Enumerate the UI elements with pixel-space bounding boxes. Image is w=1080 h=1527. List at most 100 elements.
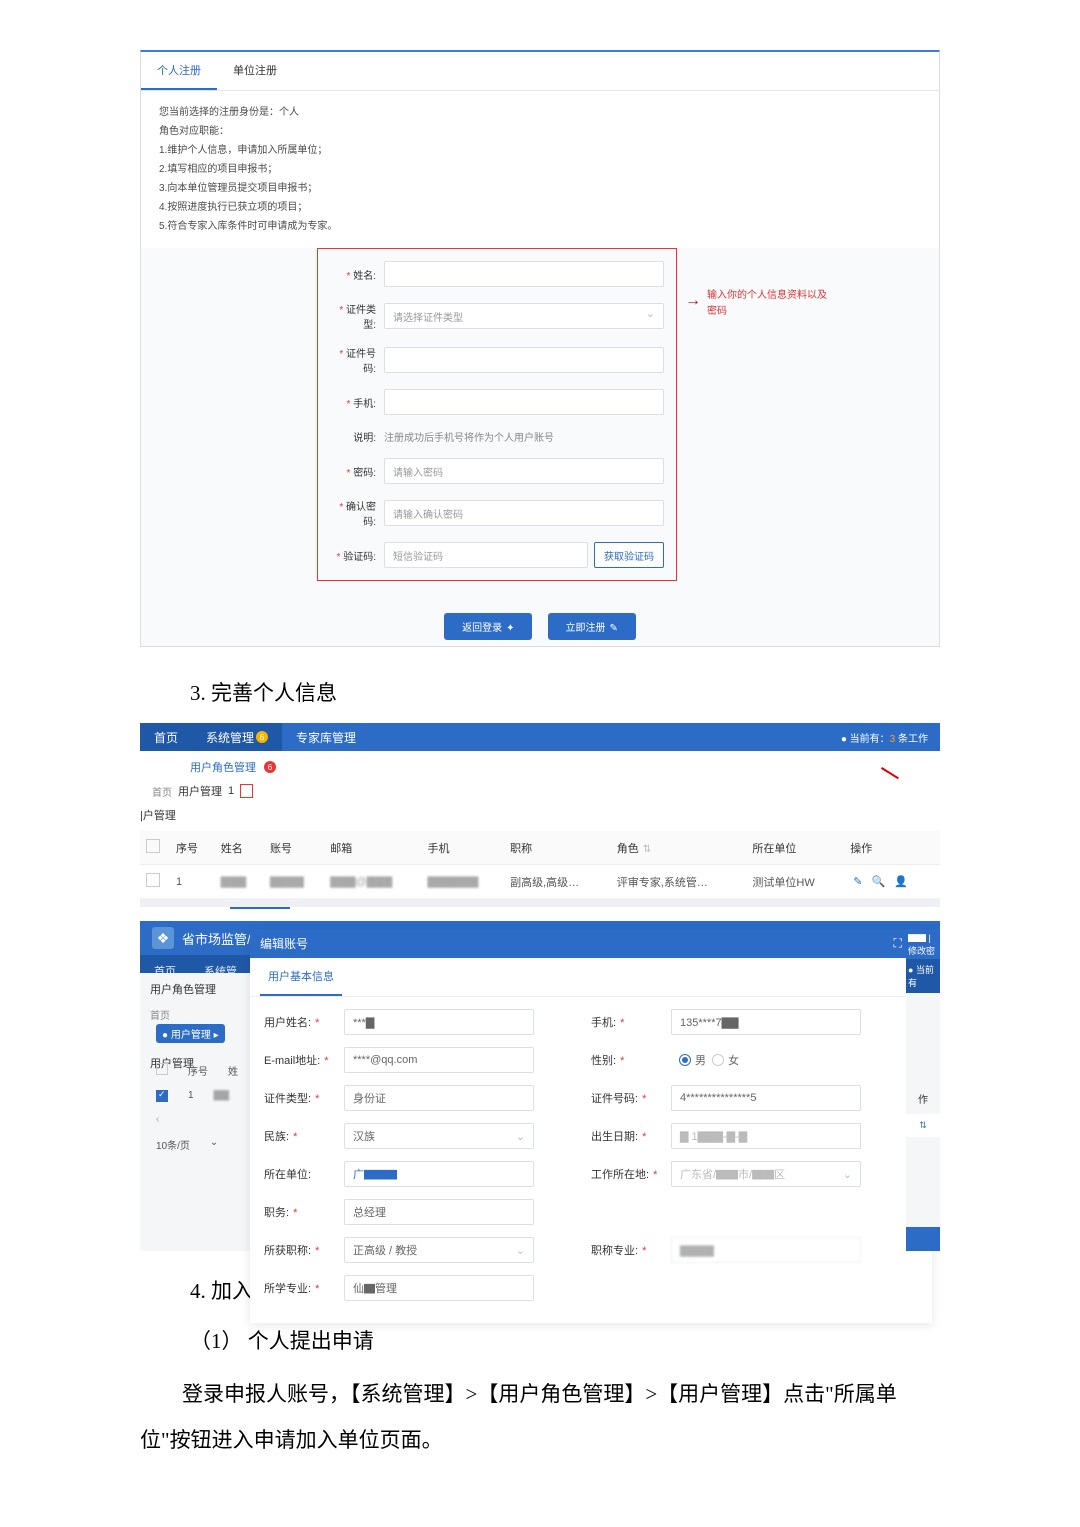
select-nation[interactable]: 汉族 [344, 1123, 534, 1149]
label-name: * 姓名: [328, 267, 384, 282]
input-password[interactable]: 请输入密码 [384, 458, 664, 484]
nav-experts[interactable]: 专家库管理 [282, 729, 370, 746]
sort-icon[interactable]: ⇅ [643, 844, 651, 855]
label-captcha: * 验证码: [328, 548, 384, 563]
top-right-status: ● 当前有：3 条工作 [841, 730, 940, 745]
arrow-right-icon: → [685, 292, 701, 310]
crumb-user-mgmt[interactable]: 用户管理 [178, 783, 222, 799]
register-buttons: 返回登录✦ 立即注册✎ [141, 599, 939, 646]
crumb-home[interactable]: 首页 [152, 784, 172, 799]
label-password: * 密码: [328, 464, 384, 479]
tab-unit-register[interactable]: 单位注册 [217, 52, 293, 90]
register-form-highlight: * 姓名: * 证件类型: 请选择证件类型 * 证件号码: * 手机: 说明: [317, 248, 677, 581]
sidebar-item-usermgr-active[interactable]: ● 用户管理 ▸ [156, 1024, 225, 1043]
input-phone[interactable]: 135****7▇▇ [671, 1009, 861, 1035]
label-birth: 出生日期:* [591, 1128, 671, 1144]
nav-system[interactable]: 系统管理6 [192, 723, 282, 751]
cell-role: 评审专家,系统管… [611, 865, 747, 899]
label-phone: 手机:* [591, 1014, 671, 1030]
col-email: 邮箱 [324, 831, 421, 865]
col-name: 姓名 [215, 831, 264, 865]
tab-personal-register[interactable]: 个人注册 [141, 52, 217, 90]
strip-sort-icon[interactable]: ⇅ [906, 1114, 940, 1137]
get-captcha-button[interactable]: 获取验证码 [594, 542, 664, 568]
label-org: 所在单位: [264, 1166, 344, 1182]
registration-screenshot: 个人注册 单位注册 您当前选择的注册身份是：个人 角色对应职能： 1.维护个人信… [140, 50, 940, 647]
view-icon[interactable]: 🔍 [871, 875, 885, 888]
user-icon[interactable]: 👤 [894, 875, 908, 888]
breadcrumb-row-1: 用户角色管理6 [140, 751, 940, 783]
radio-female[interactable] [712, 1054, 724, 1066]
input-phone[interactable] [384, 389, 664, 415]
nav-home[interactable]: 首页 [140, 723, 192, 751]
table-header-row: 序号 姓名 账号 邮箱 手机 职称 角色⇅ 所在单位 操作 [140, 831, 940, 865]
input-titlemajor[interactable]: ▇▇▇▇ [671, 1237, 861, 1263]
tab-user-basic-info[interactable]: 用户基本信息 [260, 958, 342, 996]
bg-checkbox-checked[interactable] [156, 1090, 168, 1102]
label-nation: 民族:* [264, 1128, 344, 1144]
chevron-down-icon[interactable]: ⌄ [210, 1137, 218, 1152]
cell-title: 副高级,高级… [504, 865, 611, 899]
annotation-arrow-icon [830, 767, 880, 769]
input-name[interactable] [384, 261, 664, 287]
section-heading-4-1: （1） 个人提出申请 [190, 1325, 940, 1355]
expand-icon[interactable]: ⛶ [894, 936, 902, 951]
edit-icon[interactable]: ✎ [853, 875, 862, 888]
select-title[interactable]: 正高级 / 教授 [344, 1237, 534, 1263]
radio-male[interactable] [679, 1054, 691, 1066]
info-line: 角色对应职能： [159, 122, 921, 141]
info-line: 您当前选择的注册身份是：个人 [159, 103, 921, 122]
label-idtype: 证件类型:* [264, 1090, 344, 1106]
submit-register-button[interactable]: 立即注册✎ [548, 613, 636, 640]
radio-gender[interactable]: 男 女 [671, 1047, 861, 1073]
label-hint: 说明: [328, 429, 384, 444]
user-management-screenshot: 首页 系统管理6 专家库管理 ● 当前有：3 条工作 用户角色管理6 首页 用户… [140, 723, 940, 909]
right-strip: ▇▇ |修改密 ● 当前有 作 ⇅ [906, 929, 940, 1251]
select-workloc[interactable]: 广东省/▇▇市/▇▇区 [671, 1161, 861, 1187]
strip-op-label: 作 [906, 1083, 940, 1114]
input-major[interactable]: 仙▇管理 [344, 1275, 534, 1301]
sidebar-item-role[interactable]: 用户角色管理 [140, 973, 260, 1005]
label-idno: 证件号码:* [591, 1090, 671, 1106]
input-username[interactable]: ***▇ [344, 1009, 534, 1035]
input-email[interactable]: ****@qq.com [344, 1047, 534, 1073]
input-duty[interactable]: 总经理 [344, 1199, 534, 1225]
app-logo-icon: ❖ [152, 927, 174, 949]
modal-tabs: 用户基本信息 [250, 958, 932, 997]
input-idno[interactable] [384, 347, 664, 373]
col-title: 职称 [504, 831, 611, 865]
section-heading-3: 3. 完善个人信息 [190, 677, 940, 707]
cell-name: ▇▇▇ [215, 865, 264, 899]
label-idno: * 证件号码: [328, 345, 384, 375]
label-username: 用户姓名:* [264, 1014, 344, 1030]
bg-checkbox[interactable] [156, 1063, 168, 1075]
info-line: 5.符合专家入库条件时可申请成为专家。 [159, 217, 921, 236]
select-idtype[interactable]: 请选择证件类型 [384, 303, 664, 329]
bg-crumb: 首页 ● 用户管理 ▸ [140, 1005, 260, 1047]
crumb-user-role[interactable]: 用户角色管理 [190, 759, 256, 775]
cell-email: ▇▇▇@▇▇▇ [324, 865, 421, 899]
info-line: 3.向本单位管理员提交项目申报书； [159, 179, 921, 198]
input-birth[interactable]: ▇ 1▇▇▇-▇-▇ [671, 1123, 861, 1149]
tab-indicator [230, 907, 290, 909]
input-org[interactable]: 广▇▇▇ [344, 1161, 534, 1187]
col-ops: 操作 [844, 831, 940, 865]
section-subhead: |户管理 [140, 807, 940, 831]
input-password-confirm[interactable]: 请输入确认密码 [384, 500, 664, 526]
cell-phone: ▇▇▇▇▇▇ [422, 865, 505, 899]
table-row[interactable]: 1 ▇▇▇ ▇▇▇▇ ▇▇▇@▇▇▇ ▇▇▇▇▇▇ 副高级,高级… 评审专家,系… [140, 865, 940, 899]
input-idtype[interactable]: 身份证 [344, 1085, 534, 1111]
input-idno[interactable]: 4***************5 [671, 1085, 861, 1111]
info-line: 4.按照进度执行已获立项的项目； [159, 198, 921, 217]
role-info-box: 您当前选择的注册身份是：个人 角色对应职能： 1.维护个人信息，申请加入所属单位… [141, 91, 939, 248]
checkbox-row[interactable] [146, 873, 160, 887]
system-title: 省市场监管/ [182, 929, 251, 948]
info-line: 2.填写相应的项目申报书； [159, 160, 921, 179]
back-to-login-button[interactable]: 返回登录✦ [444, 613, 532, 640]
checkbox-all[interactable] [146, 839, 160, 853]
input-captcha[interactable]: 短信验证码 [384, 542, 588, 568]
cell-ops: ✎ 🔍 👤 [844, 865, 940, 899]
strip-text-2: ● 当前有 [906, 959, 940, 993]
col-role[interactable]: 角色⇅ [611, 831, 747, 865]
cell-org: 测试单位HW [746, 865, 844, 899]
